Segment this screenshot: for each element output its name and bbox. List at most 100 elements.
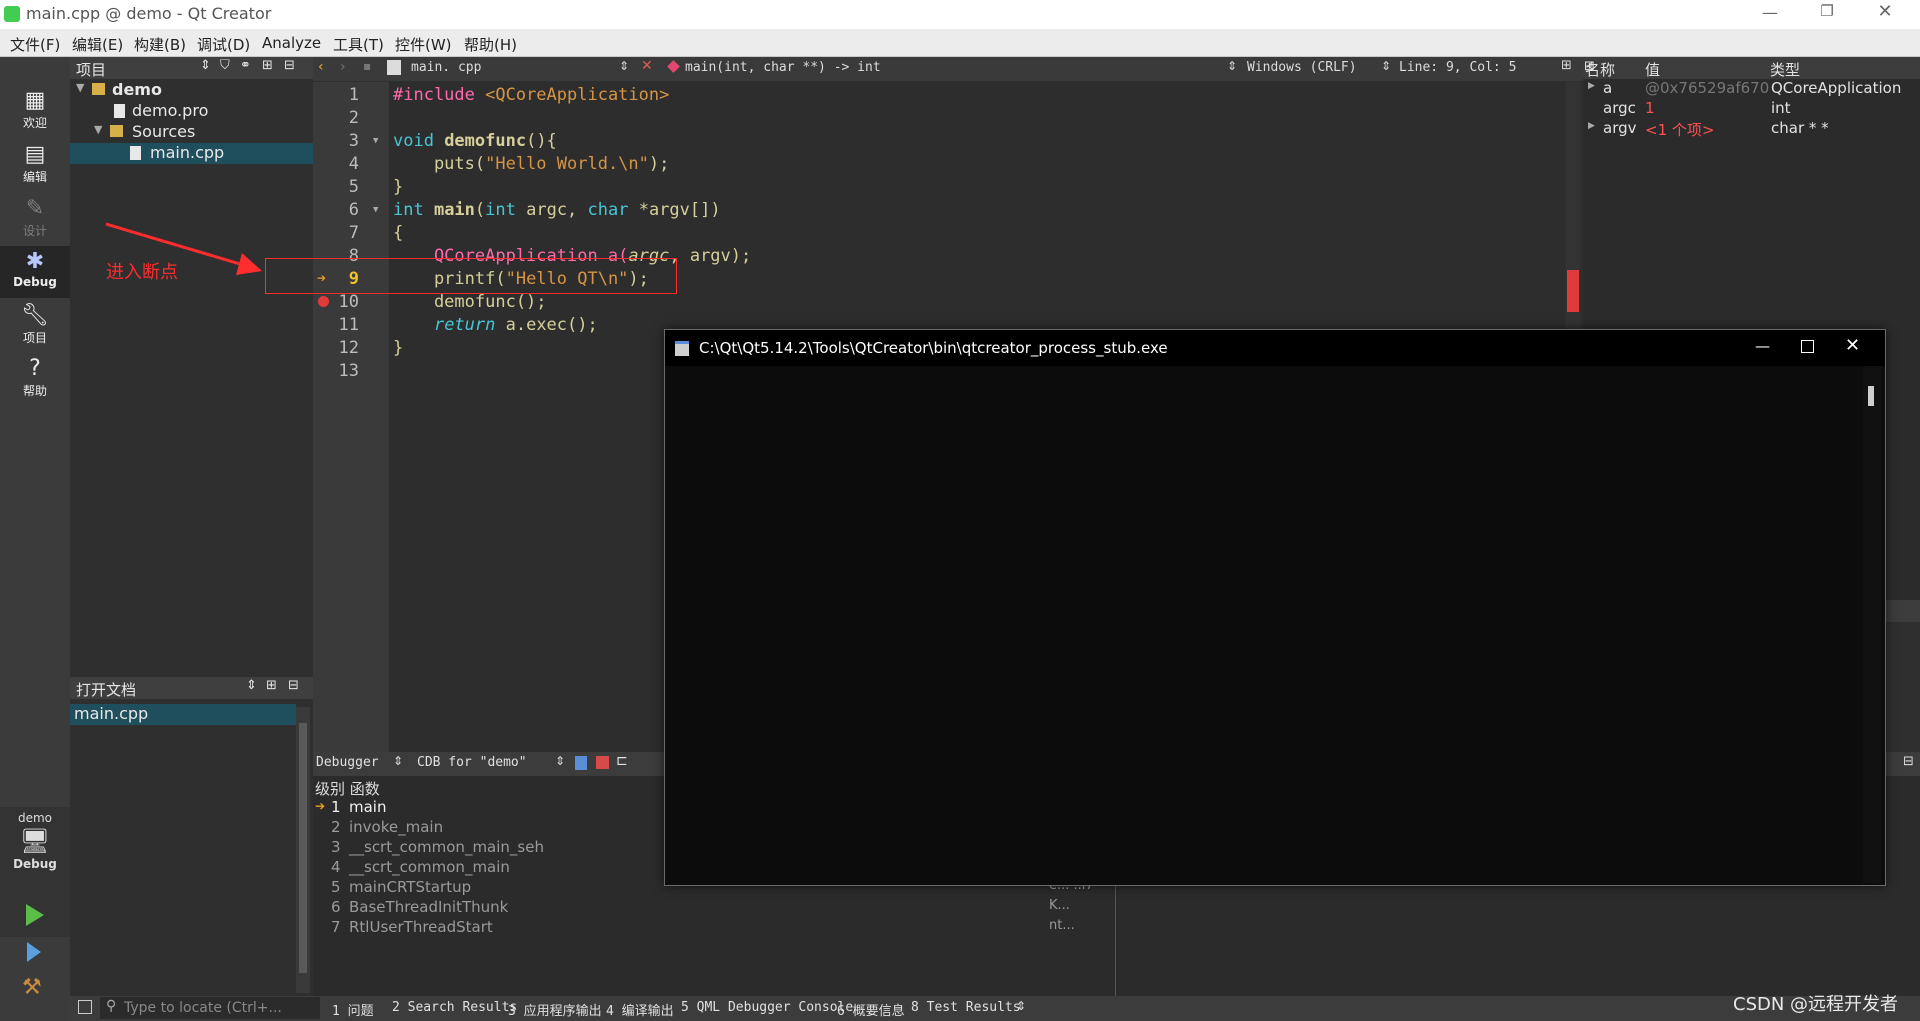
continue-icon[interactable] (575, 756, 587, 770)
menu-controls[interactable]: 控件(W) (395, 34, 452, 55)
line-ending-selector[interactable]: Windows (CRLF) (1247, 60, 1357, 75)
menu-file[interactable]: 文件(F) (10, 34, 60, 55)
hammer-icon: ⚒︎ (22, 975, 42, 1000)
mode-projects[interactable]: 🔧︎ 项目 (0, 300, 70, 352)
stack-frame[interactable]: 7 RtlUserThreadStart nt... (313, 918, 1113, 938)
close-pane-icon[interactable]: ⊟ (284, 58, 295, 73)
updown-icon[interactable]: ⇕ (619, 59, 629, 73)
tab-application-output[interactable]: 3 应用程序输出 (508, 1000, 602, 1019)
tree-item-demo-pro[interactable]: demo.pro (70, 101, 310, 122)
console-scrollbar-thumb[interactable] (1868, 386, 1874, 406)
updown-icon[interactable]: ⇕ (246, 678, 257, 693)
split-icon[interactable]: ⊞ (262, 58, 273, 73)
menu-tools[interactable]: 工具(T) (333, 34, 384, 55)
cursor-position[interactable]: Line: 9, Col: 5 (1399, 60, 1516, 75)
menu-analyze[interactable]: Analyze (262, 34, 321, 52)
tab-search-results[interactable]: 2 Search Results (392, 1000, 517, 1015)
tab-test-results[interactable]: 8 Test Results (911, 1000, 1021, 1015)
code-token: ); (648, 154, 670, 174)
updown-icon[interactable]: ⇕ (555, 754, 565, 768)
updown-icon[interactable]: ⇕ (1227, 59, 1237, 73)
local-value: 1 (1645, 99, 1655, 117)
updown-icon[interactable]: ⇕ (200, 58, 211, 73)
filter-icon[interactable]: ⛉ (220, 58, 230, 73)
folder-icon (110, 125, 123, 137)
link-icon[interactable]: ⚭ (240, 58, 251, 73)
split-icon[interactable]: ⊞ (266, 678, 277, 693)
debug-play-icon (27, 942, 41, 962)
back-icon[interactable]: ‹ (318, 59, 324, 75)
updown-icon[interactable]: ⇕ (1381, 59, 1391, 73)
stack-frame[interactable]: 6 BaseThreadInitThunk K... (313, 898, 1113, 918)
annotation-arrow (105, 222, 262, 275)
debugger-mode-selector[interactable]: Debugger (316, 755, 379, 770)
menu-debug[interactable]: 调试(D) (197, 34, 250, 55)
split-icon[interactable]: ⊞ (1561, 58, 1572, 73)
menu-help[interactable]: 帮助(H) (464, 34, 517, 55)
close-pane-icon[interactable]: ⊟ (288, 678, 299, 693)
expand-arrow-icon: ▶ (1588, 81, 1595, 91)
console-maximize-button[interactable] (1801, 340, 1814, 353)
menu-edit[interactable]: 编辑(E) (72, 34, 123, 55)
breakpoint-icon[interactable] (318, 296, 329, 307)
console-minimize-button[interactable]: — (1755, 337, 1770, 355)
step-over-icon[interactable]: ⊏ (616, 753, 628, 769)
close-button[interactable]: ✕ (1870, 1, 1900, 23)
console-window[interactable]: C:\Qt\Qt5.14.2\Tools\QtCreator\bin\qtcre… (664, 329, 1886, 886)
code-token: char (587, 200, 629, 220)
mode-welcome[interactable]: ▦ 欢迎 (0, 85, 70, 137)
fold-arrow-icon[interactable]: ▼ (373, 205, 378, 215)
output-tabs-bar: ⚲ Type to locate (Ctrl+... 1 问题 2 Search… (70, 996, 1920, 1021)
forward-icon[interactable]: › (340, 59, 346, 75)
locals-col-value[interactable]: 值 (1645, 59, 1660, 80)
locals-col-name[interactable]: 名称 (1585, 59, 1615, 80)
locator-input[interactable]: ⚲ Type to locate (Ctrl+... (100, 997, 320, 1019)
frame-function: BaseThreadInitThunk (349, 898, 509, 916)
debug-run-button[interactable] (22, 939, 48, 965)
code-token: argc, (515, 200, 588, 220)
restore-button[interactable]: ❐ (1812, 2, 1842, 24)
tree-item-main-cpp[interactable]: main.cpp (70, 143, 313, 164)
updown-icon[interactable]: ⇕ (393, 754, 403, 768)
locals-col-type[interactable]: 类型 (1770, 59, 1800, 80)
mode-edit[interactable]: ▤ 编辑 (0, 139, 70, 191)
close-file-icon[interactable]: ✕ (641, 58, 653, 74)
tab-general-messages[interactable]: 6 概要信息 (837, 1000, 905, 1019)
line-number: 2 (348, 108, 359, 128)
tab-compile-output[interactable]: 4 编译输出 (606, 1000, 674, 1019)
locals-row[interactable]: ▶ argv <1 个项> char * * (1583, 119, 1920, 139)
local-name: argv (1603, 119, 1637, 137)
locals-row[interactable]: ▶ a @0x76529af670 QCoreApplication (1583, 79, 1920, 99)
mode-debug[interactable]: ✱ Debug (0, 246, 70, 298)
sidebar-toggle-icon[interactable] (78, 1000, 92, 1014)
console-scrollbar[interactable] (1863, 366, 1881, 883)
file-selector[interactable]: main. cpp (411, 60, 481, 75)
fold-arrow-icon[interactable]: ▼ (373, 136, 378, 146)
run-button[interactable] (22, 902, 48, 928)
function-selector[interactable]: main(int, char **) -> int (685, 60, 881, 75)
code-line-7: { (393, 223, 404, 243)
mode-design[interactable]: ✎ 设计 (0, 193, 70, 245)
menu-build[interactable]: 构建(B) (134, 34, 186, 55)
tab-issues[interactable]: 1 问题 (332, 1000, 374, 1019)
scrollbar[interactable] (296, 707, 310, 993)
tree-item-sources[interactable]: ▼ Sources (70, 122, 310, 143)
help-icon: ? (29, 356, 41, 381)
tree-item-demo[interactable]: ▼ demo (70, 80, 310, 101)
debugger-engine-selector[interactable]: CDB for "demo" (417, 755, 527, 770)
title-bar: main.cpp @ demo - Qt Creator — ❐ ✕ (0, 0, 1920, 29)
stop-debugger-icon[interactable] (596, 756, 609, 769)
open-document-item[interactable]: main.cpp (70, 704, 296, 725)
minimize-button[interactable]: — (1755, 3, 1785, 25)
scrollbar-thumb[interactable] (299, 723, 307, 973)
locals-row[interactable]: argc 1 int (1583, 99, 1920, 119)
console-close-button[interactable]: ✕ (1845, 335, 1860, 356)
tab-qml-debugger-console[interactable]: 5 QML Debugger Console (681, 1000, 853, 1015)
build-button[interactable]: ⚒︎ (22, 975, 48, 1001)
updown-icon[interactable]: ⇕ (1016, 999, 1026, 1013)
mode-help[interactable]: ? 帮助 (0, 353, 70, 405)
locator-placeholder: Type to locate (Ctrl+... (124, 1000, 282, 1016)
close-pane-icon[interactable]: ⊟ (1903, 754, 1914, 769)
editor-gutter[interactable]: 1 2 3 4 5 6 7 8 9 10 11 12 13 ➔ ▼ ▼ (313, 82, 389, 752)
frame-function: invoke_main (349, 818, 444, 836)
